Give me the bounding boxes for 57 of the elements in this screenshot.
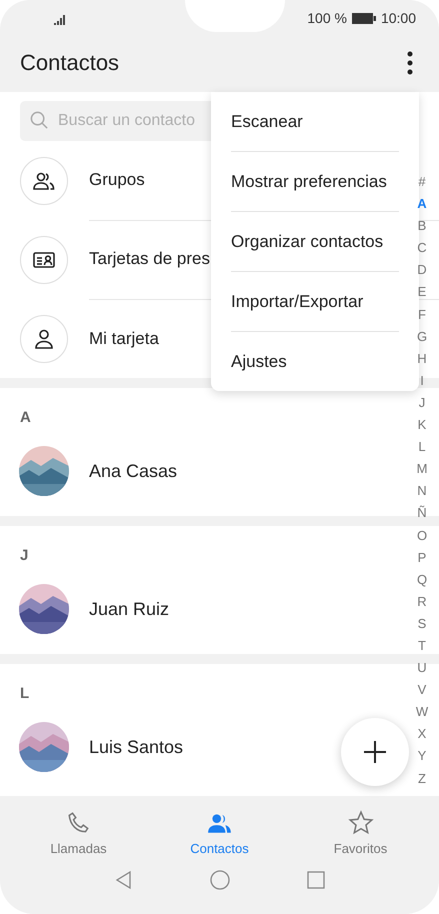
shortcut-label[interactable]: Tarjetas de pres: [89, 249, 210, 269]
index-letter[interactable]: J: [418, 392, 426, 414]
contact-name[interactable]: Luis Santos: [89, 736, 184, 758]
index-letter[interactable]: T: [418, 634, 426, 658]
nav-tab[interactable]: Llamadas: [24, 810, 134, 856]
contact-name[interactable]: Ana Casas: [89, 460, 178, 482]
index-letter[interactable]: I: [420, 370, 424, 392]
clock: 10:00: [380, 10, 416, 26]
index-letter[interactable]: Ñ: [417, 502, 427, 524]
plus-icon: [363, 740, 387, 764]
menu-item[interactable]: Ajustes: [231, 352, 287, 372]
star-icon: [348, 810, 374, 836]
search-icon: [30, 111, 49, 130]
back-icon[interactable]: [114, 870, 134, 890]
index-letter[interactable]: F: [418, 304, 426, 326]
index-letter[interactable]: X: [418, 723, 426, 746]
more-options-icon[interactable]: [407, 51, 413, 75]
index-letter[interactable]: Q: [416, 568, 428, 591]
index-letter[interactable]: S: [418, 612, 426, 635]
section-letter: L: [20, 685, 30, 702]
index-letter[interactable]: K: [418, 414, 426, 436]
index-letter[interactable]: #: [418, 171, 426, 194]
menu-item[interactable]: Organizar contactos: [231, 232, 384, 252]
index-letter[interactable]: O: [416, 524, 428, 547]
section-letter: J: [20, 547, 28, 564]
section-letter: A: [20, 409, 31, 426]
index-letter[interactable]: N: [417, 480, 427, 502]
index-letter[interactable]: E: [418, 281, 426, 304]
index-letter[interactable]: A: [417, 193, 427, 216]
menu-item[interactable]: Importar/Exportar: [231, 292, 364, 312]
shortcut-label[interactable]: Mi tarjeta: [89, 328, 159, 348]
index-letter[interactable]: V: [418, 679, 426, 702]
index-letter[interactable]: D: [417, 259, 427, 282]
index-letter[interactable]: H: [417, 348, 427, 370]
index-letter[interactable]: M: [416, 458, 428, 480]
home-icon[interactable]: [210, 870, 230, 890]
index-letter[interactable]: B: [418, 215, 426, 238]
signal-icon: [54, 15, 68, 25]
index-letter[interactable]: U: [417, 657, 427, 680]
index-letter[interactable]: C: [417, 237, 427, 260]
index-letter[interactable]: P: [418, 546, 426, 569]
recents-icon[interactable]: [306, 870, 326, 890]
screen-title: Contactos: [20, 50, 120, 76]
index-letter[interactable]: R: [417, 590, 427, 613]
index-letter[interactable]: W: [416, 701, 428, 724]
battery-icon: [352, 12, 376, 24]
index-letter[interactable]: Z: [418, 768, 426, 790]
menu-item[interactable]: Mostrar preferencias: [231, 172, 387, 192]
index-letter[interactable]: G: [416, 326, 428, 348]
battery-percent: 100 %: [307, 10, 347, 26]
nav-tab[interactable]: Favoritos: [306, 810, 416, 856]
person-icon: [32, 326, 56, 350]
shortcut-label[interactable]: Grupos: [89, 170, 145, 190]
contact-name[interactable]: Juan Ruiz: [89, 598, 170, 620]
nav-tab[interactable]: Contactos: [164, 810, 274, 856]
index-letter[interactable]: Y: [418, 745, 426, 768]
index-letter[interactable]: L: [418, 436, 426, 458]
